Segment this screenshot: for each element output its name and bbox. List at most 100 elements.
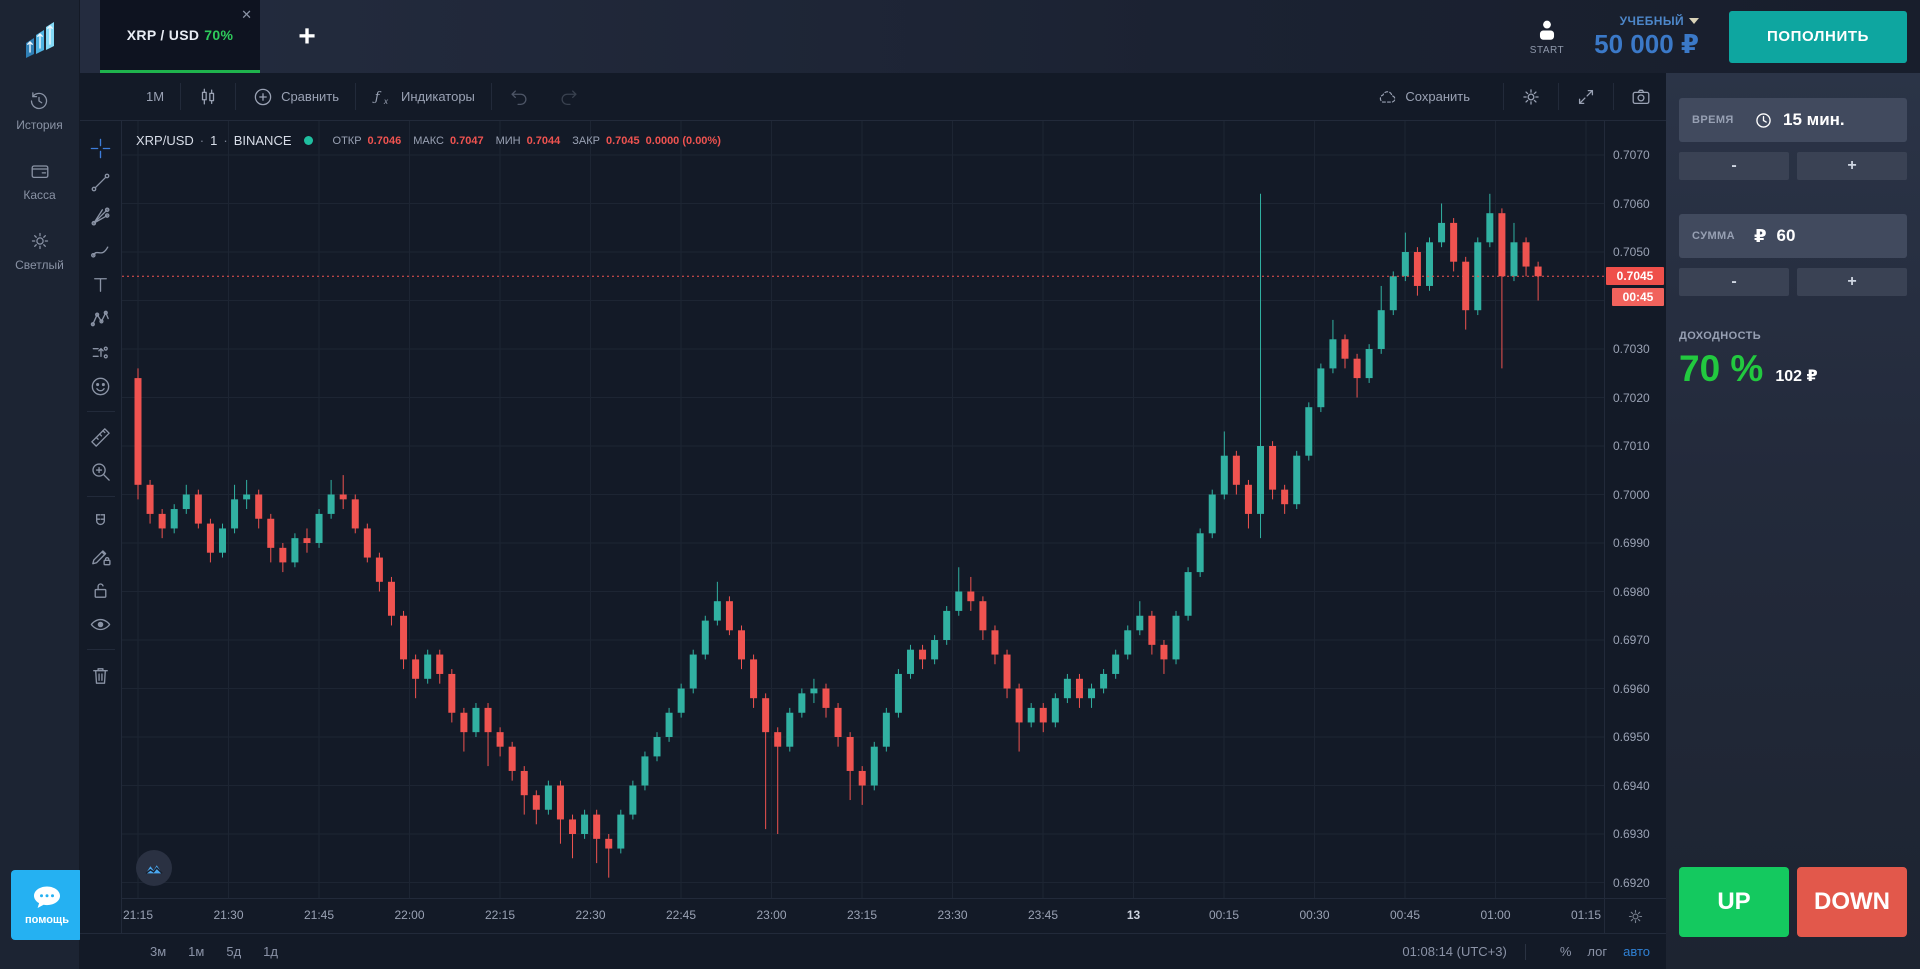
- price-axis-label: 0.6980: [1613, 585, 1650, 599]
- chart-style-button[interactable]: [183, 73, 233, 120]
- time-axis-label: 23:15: [847, 908, 877, 922]
- save-layout-button[interactable]: Сохранить: [1362, 73, 1501, 120]
- time-axis-label: 00:45: [1390, 908, 1420, 922]
- gann-fib-tool[interactable]: [86, 201, 116, 231]
- time-plus-button[interactable]: +: [1797, 152, 1907, 180]
- amount-field-label: СУММА: [1692, 230, 1754, 242]
- crosshair-tool[interactable]: [86, 133, 116, 163]
- time-axis-label: 01:00: [1480, 908, 1510, 922]
- redo-button[interactable]: [544, 73, 594, 120]
- axis-settings-button[interactable]: [1604, 898, 1666, 933]
- compare-button[interactable]: Сравнить: [238, 73, 353, 120]
- brush-tool[interactable]: [86, 235, 116, 265]
- time-axis-label: 23:00: [756, 908, 786, 922]
- deposit-button[interactable]: ПОПОЛНИТЬ: [1729, 11, 1907, 63]
- range-button-1м[interactable]: 1м: [188, 944, 204, 959]
- legend-interval: 1: [210, 133, 217, 148]
- sidebar-item-history[interactable]: История: [16, 90, 63, 132]
- interval-button[interactable]: 1М: [132, 73, 178, 120]
- price-axis-label: 0.7000: [1613, 488, 1650, 502]
- scale-button-авто[interactable]: авто: [1623, 944, 1650, 959]
- price-axis-label: 0.6950: [1613, 730, 1650, 744]
- legend-change: 0.0000 (0.00%): [646, 135, 721, 147]
- price-axis-label: 0.6940: [1613, 779, 1650, 793]
- fx-icon: ƒx: [372, 86, 394, 108]
- time-axis-label: 23:45: [1028, 908, 1058, 922]
- price-axis[interactable]: 0.70700.70600.70500.70400.70300.70200.70…: [1604, 121, 1666, 898]
- time-axis-label: 22:15: [485, 908, 515, 922]
- stay-in-drawing-mode-button[interactable]: [86, 541, 116, 571]
- undo-button[interactable]: [494, 73, 544, 120]
- chat-icon: [32, 885, 62, 911]
- drawing-toolbar: [80, 121, 122, 933]
- measure-tool[interactable]: [86, 422, 116, 452]
- tab-xrp-usd[interactable]: XRP / USD70% ✕: [100, 0, 260, 73]
- candlestick-chart: [122, 121, 1604, 898]
- forecast-icon: [89, 341, 112, 364]
- sidebar-item-label: Касса: [23, 188, 55, 202]
- down-button[interactable]: DOWN: [1797, 867, 1907, 937]
- time-field[interactable]: ВРЕМЯ 15 мин.: [1679, 98, 1907, 142]
- range-button-3м[interactable]: 3м: [150, 944, 166, 959]
- emoji-tool[interactable]: [86, 371, 116, 401]
- emoji-icon: [89, 375, 112, 398]
- start-profile-button[interactable]: START: [1530, 17, 1564, 56]
- wallet-icon: [29, 160, 51, 182]
- prediction-tool[interactable]: [86, 337, 116, 367]
- account-type: УЧЕБНЫЙ: [1620, 14, 1699, 28]
- tab-close-icon[interactable]: ✕: [241, 8, 252, 21]
- snapshot-button[interactable]: [1616, 73, 1666, 120]
- hide-all-drawings-button[interactable]: [86, 609, 116, 639]
- plus-circle-icon: [252, 86, 274, 108]
- time-axis[interactable]: 21:1521:3021:4522:0022:1522:3022:4523:00…: [122, 898, 1604, 933]
- textT-icon: [89, 273, 112, 296]
- up-button[interactable]: UP: [1679, 867, 1789, 937]
- ruble-icon: ₽: [1754, 226, 1767, 247]
- app-logo-icon[interactable]: [20, 16, 60, 62]
- fullscreen-icon: [1575, 86, 1597, 108]
- legend-exchange: BINANCE: [234, 133, 292, 148]
- indicators-button[interactable]: ƒxИндикаторы: [358, 73, 489, 120]
- eye-icon: [89, 613, 112, 636]
- topbar-right: START УЧЕБНЫЙ 50 000 ₽ ПОПОЛНИТЬ: [1530, 0, 1907, 73]
- fullscreen-button[interactable]: [1561, 73, 1611, 120]
- help-button[interactable]: помощь: [11, 870, 83, 940]
- sidebar-item-theme[interactable]: Светлый: [15, 230, 64, 272]
- expiry-countdown-badge: 00:45: [1612, 288, 1664, 306]
- zoom-in-tool[interactable]: [86, 456, 116, 486]
- pattern-tool[interactable]: [86, 303, 116, 333]
- range-button-5д[interactable]: 5д: [226, 944, 241, 959]
- text-tool[interactable]: [86, 269, 116, 299]
- chart-toolbar: 1М Сравнить ƒxИндикаторы Сохранить: [80, 73, 1666, 121]
- magnet-mode-button[interactable]: [86, 507, 116, 537]
- add-tab-button[interactable]: +: [290, 20, 324, 54]
- scale-button-%[interactable]: %: [1560, 944, 1572, 959]
- amount-minus-button[interactable]: -: [1679, 268, 1789, 296]
- price-axis-label: 0.6930: [1613, 827, 1650, 841]
- lock-all-drawings-button[interactable]: [86, 575, 116, 605]
- amount-plus-button[interactable]: +: [1797, 268, 1907, 296]
- time-minus-button[interactable]: -: [1679, 152, 1789, 180]
- tab-payout: 70%: [204, 27, 233, 43]
- chart-canvas[interactable]: XRP/USD · 1 · BINANCE ОТКР0.7046 МАКС0.7…: [122, 121, 1604, 898]
- ruler-icon: [89, 426, 112, 449]
- price-axis-label: 0.6990: [1613, 536, 1650, 550]
- scale-button-лог[interactable]: лог: [1587, 944, 1607, 959]
- start-label: START: [1530, 45, 1564, 56]
- legend-close: 0.7045: [606, 135, 640, 147]
- clock-utc[interactable]: 01:08:14 (UTC+3): [1402, 944, 1506, 959]
- price-axis-label: 0.7070: [1613, 148, 1650, 162]
- time-axis-label: 22:45: [666, 908, 696, 922]
- payout-percent: 70 %: [1679, 348, 1763, 390]
- chart-settings-button[interactable]: [1506, 73, 1556, 120]
- sidebar-item-cashier[interactable]: Касса: [23, 160, 55, 202]
- amount-field[interactable]: СУММА ₽ 60: [1679, 214, 1907, 258]
- trend-line-tool[interactable]: [86, 167, 116, 197]
- account-balance-selector[interactable]: УЧЕБНЫЙ 50 000 ₽: [1594, 14, 1699, 60]
- sidebar-item-label: Светлый: [15, 258, 64, 272]
- time-axis-label: 23:30: [937, 908, 967, 922]
- remove-all-drawings-button[interactable]: [86, 660, 116, 690]
- pane-maximize-button[interactable]: [136, 850, 172, 886]
- chart-legend: XRP/USD · 1 · BINANCE ОТКР0.7046 МАКС0.7…: [136, 133, 721, 148]
- range-button-1д[interactable]: 1д: [263, 944, 278, 959]
